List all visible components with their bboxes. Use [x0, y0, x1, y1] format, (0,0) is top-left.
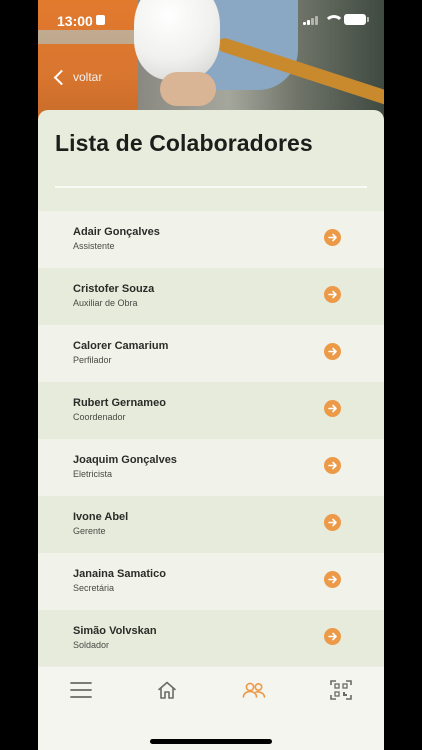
employee-name: Rubert Gernameo	[73, 397, 166, 409]
arrow-right-icon[interactable]	[324, 400, 341, 417]
employee-role: Secretária	[73, 583, 115, 593]
arrow-right-icon[interactable]	[324, 286, 341, 303]
back-button[interactable]: voltar	[52, 69, 103, 85]
employee-name: Ivone Abel	[73, 511, 129, 523]
app-screen: 13:00 voltar Lista de Colaboradores Adai…	[38, 0, 384, 750]
list-item[interactable]: Simão Volvskan Soldador	[38, 610, 384, 667]
list-item[interactable]: Rubert Gernameo Coordenador	[38, 382, 384, 439]
back-label: voltar	[73, 70, 103, 84]
list-item[interactable]: Calorer Camarium Perfilador	[38, 325, 384, 382]
list-item[interactable]: Janaina Samatico Secretária	[38, 553, 384, 610]
signal-icon	[303, 15, 318, 25]
employee-role: Coordenador	[73, 412, 126, 422]
arrow-right-icon[interactable]	[324, 457, 341, 474]
bottom-tab-bar	[38, 666, 384, 750]
employee-role: Eletricista	[73, 469, 113, 479]
home-icon[interactable]	[152, 677, 182, 703]
wifi-icon	[324, 15, 344, 25]
employee-list: Adair Gonçalves Assistente Cristofer Sou…	[38, 211, 384, 667]
qr-code-icon[interactable]	[326, 677, 356, 703]
employee-list-card: Lista de Colaboradores Adair Gonçalves A…	[38, 110, 384, 670]
employee-name: Janaina Samatico	[73, 568, 166, 580]
employee-name: Calorer Camarium	[73, 340, 169, 352]
arrow-right-icon[interactable]	[324, 628, 341, 645]
battery-icon	[344, 14, 369, 25]
list-item[interactable]: Cristofer Souza Auxiliar de Obra	[38, 268, 384, 325]
list-item[interactable]: Ivone Abel Gerente	[38, 496, 384, 553]
employee-name: Adair Gonçalves	[73, 226, 160, 238]
people-icon[interactable]	[239, 677, 269, 703]
home-indicator[interactable]	[150, 739, 272, 744]
list-item[interactable]: Adair Gonçalves Assistente	[38, 211, 384, 268]
status-bar: 13:00	[38, 0, 384, 40]
list-item[interactable]: Joaquim Gonçalves Eletricista	[38, 439, 384, 496]
employee-name: Simão Volvskan	[73, 625, 157, 637]
page-title: Lista de Colaboradores	[55, 130, 313, 156]
employee-role: Perfilador	[73, 355, 112, 365]
employee-role: Assistente	[73, 241, 115, 251]
menu-icon[interactable]	[66, 677, 96, 703]
arrow-right-icon[interactable]	[324, 229, 341, 246]
arrow-right-icon[interactable]	[324, 343, 341, 360]
title-divider	[55, 186, 367, 188]
employee-name: Joaquim Gonçalves	[73, 454, 177, 466]
chevron-left-icon	[53, 69, 70, 85]
employee-role: Gerente	[73, 526, 106, 536]
status-time: 13:00	[57, 13, 93, 29]
employee-role: Auxiliar de Obra	[73, 298, 138, 308]
arrow-right-icon[interactable]	[324, 571, 341, 588]
orientation-lock-icon	[96, 15, 105, 25]
arrow-right-icon[interactable]	[324, 514, 341, 531]
employee-role: Soldador	[73, 640, 110, 650]
employee-name: Cristofer Souza	[73, 283, 155, 295]
